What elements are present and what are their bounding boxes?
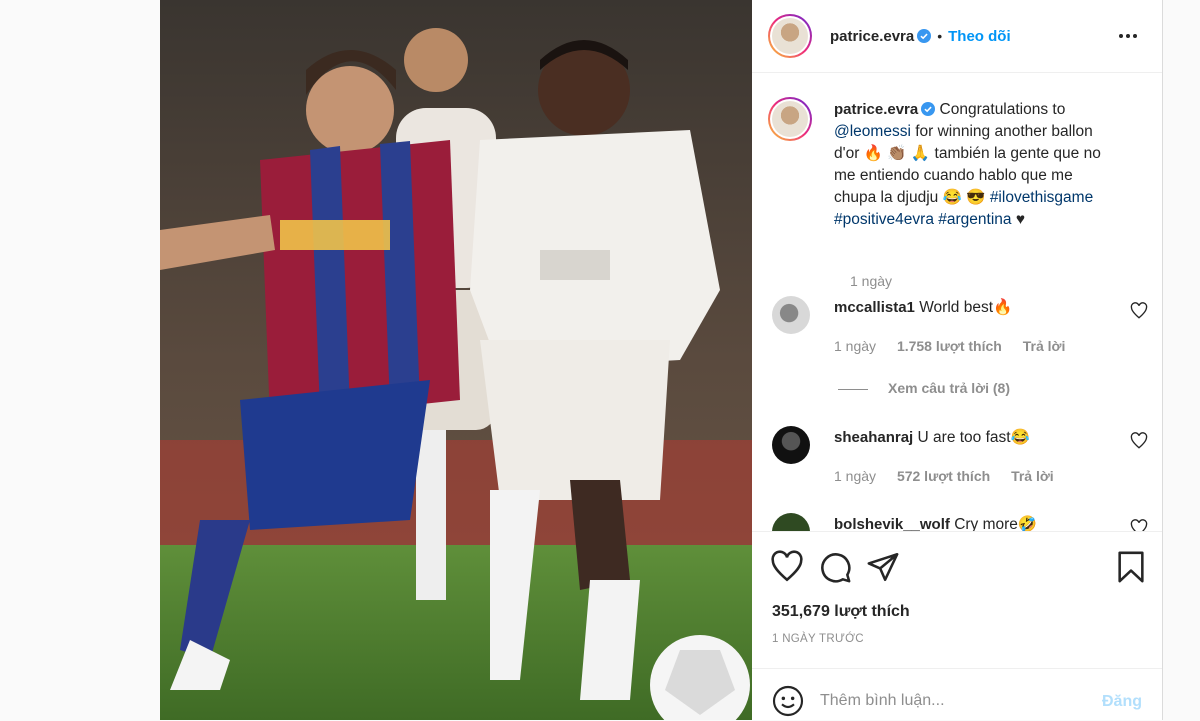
post-comment-button[interactable]: Đăng	[1102, 693, 1142, 711]
replies-divider	[838, 388, 868, 390]
author-username[interactable]: patrice.evra	[830, 28, 914, 45]
caption-emojis: 😂 😎	[942, 189, 986, 206]
like-comment-heart-icon[interactable]	[1130, 302, 1148, 320]
likes-count[interactable]: 351,679 lượt thích	[772, 603, 910, 621]
caption-line: for winning another ballon	[915, 123, 1093, 140]
caption-line: chupa la djudju	[834, 189, 939, 206]
caption-username[interactable]: patrice.evra	[834, 101, 918, 118]
comment-likes[interactable]: 1.758 lượt thích	[897, 338, 1002, 354]
comment-text: sheahanraj U are too fast😂	[834, 428, 1030, 447]
mention-link[interactable]: @leomessi	[834, 123, 911, 140]
post-actions: 351,679 lượt thích 1 NGÀY TRƯỚC	[752, 531, 1162, 669]
comment-body: World best🔥	[919, 299, 1013, 316]
follow-button[interactable]: Theo dõi	[948, 28, 1011, 45]
post-header: patrice.evra • Theo dõi	[752, 0, 1162, 73]
like-comment-heart-icon[interactable]	[1130, 432, 1148, 450]
emoji-smiley-icon[interactable]	[772, 685, 804, 717]
caption-line: me entiendo cuando hablo que me	[834, 167, 1073, 184]
hashtag-link[interactable]: #positive4evra	[834, 211, 934, 228]
more-options-icon[interactable]	[1116, 24, 1140, 48]
comments-list[interactable]: patrice.evra Congratulations to @leomess…	[752, 73, 1162, 531]
comment-text: mccallista1 World best🔥	[834, 298, 1012, 317]
comment-text: bolshevik__wolf Cry more🤣	[834, 515, 1037, 531]
caption-time[interactable]: 1 ngày	[850, 273, 892, 289]
commenter-username[interactable]: sheahanraj	[834, 429, 913, 446]
post-time-ago[interactable]: 1 NGÀY TRƯỚC	[772, 633, 864, 645]
reply-button[interactable]: Trả lời	[1023, 338, 1066, 354]
verified-badge-icon	[921, 102, 936, 116]
commenter-avatar[interactable]	[772, 296, 810, 334]
comment-meta: 1 ngày 572 lượt thích Trả lời	[834, 468, 1071, 484]
post-side-panel: patrice.evra • Theo dõi patrice.evra Con…	[752, 0, 1163, 720]
caption-avatar[interactable]	[768, 97, 812, 141]
hashtag-link[interactable]: #ilovethisgame	[990, 189, 1093, 206]
view-replies-label: Xem câu trả lời (8)	[888, 380, 1010, 396]
save-bookmark-icon[interactable]	[1114, 550, 1148, 584]
like-comment-heart-icon[interactable]	[1130, 519, 1148, 531]
comment-time[interactable]: 1 ngày	[834, 468, 876, 484]
share-send-icon[interactable]	[866, 550, 900, 584]
hashtag-link[interactable]: #argentina	[938, 211, 1011, 228]
football-photo	[160, 0, 752, 720]
caption-emojis: 🔥 👏🏽 🙏	[863, 145, 931, 162]
comment-time[interactable]: 1 ngày	[834, 338, 876, 354]
author-avatar[interactable]	[768, 14, 812, 58]
verified-badge-icon	[917, 29, 932, 43]
view-replies-button[interactable]: Xem câu trả lời (8)	[838, 380, 1010, 396]
commenter-avatar[interactable]	[772, 426, 810, 464]
caption-line: d'or	[834, 145, 860, 162]
caption-line: Congratulations to	[939, 101, 1066, 118]
caption-text: patrice.evra Congratulations to @leomess…	[834, 99, 1144, 231]
add-comment-bar: Đăng	[752, 668, 1162, 721]
commenter-username[interactable]: mccallista1	[834, 299, 915, 316]
comment-likes[interactable]: 572 lượt thích	[897, 468, 990, 484]
comment-bubble-icon[interactable]	[818, 550, 852, 584]
caption-line: también la gente que no	[934, 145, 1101, 162]
reply-button[interactable]: Trả lời	[1011, 468, 1054, 484]
comment-body: U are too fast😂	[917, 429, 1030, 446]
comment-meta: 1 ngày 1.758 lượt thích Trả lời	[834, 338, 1082, 354]
post-photo[interactable]	[160, 0, 752, 720]
comment-body: Cry more🤣	[954, 516, 1038, 531]
follow-separator: •	[937, 28, 943, 44]
commenter-username[interactable]: bolshevik__wolf	[834, 516, 950, 531]
commenter-avatar[interactable]	[772, 513, 810, 531]
like-heart-icon[interactable]	[770, 550, 804, 584]
comment-input[interactable]	[818, 683, 1072, 719]
caption-heart: ♥	[1015, 211, 1026, 228]
